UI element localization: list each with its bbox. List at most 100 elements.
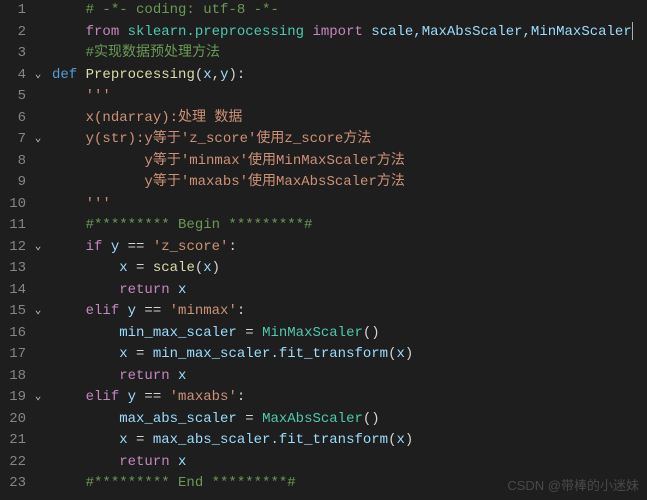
code-line[interactable]: 22 return x	[0, 452, 647, 474]
token: x	[397, 432, 405, 448]
code-line[interactable]: 12⌄ if y == 'z_score':	[0, 237, 647, 259]
line-number: 13	[0, 258, 30, 280]
token	[52, 411, 119, 427]
code-line[interactable]: 2 from sklearn.preprocessing import scal…	[0, 22, 647, 44]
code-line[interactable]: 21 x = max_abs_scaler.fit_transform(x)	[0, 430, 647, 452]
code-content[interactable]: return x	[46, 280, 186, 302]
code-content[interactable]: y(str):y等于'z_score'使用z_score方法	[46, 129, 371, 151]
token: :	[237, 303, 245, 319]
token	[52, 475, 86, 491]
token	[119, 24, 127, 40]
token: ==	[119, 239, 153, 255]
token: elif	[86, 303, 120, 319]
token: ()	[363, 325, 380, 341]
code-content[interactable]: x(ndarray):处理 数据	[46, 108, 242, 130]
token: #********* Begin *********#	[86, 217, 313, 233]
code-line[interactable]: 16 min_max_scaler = MinMaxScaler()	[0, 323, 647, 345]
code-line[interactable]: 9 y等于'maxabs'使用MaxAbsScaler方法	[0, 172, 647, 194]
token: ):	[228, 67, 245, 83]
code-line[interactable]: 19⌄ elif y == 'maxabs':	[0, 387, 647, 409]
token: x	[203, 67, 211, 83]
code-editor[interactable]: 1 # -*- coding: utf-8 -*-2 from sklearn.…	[0, 0, 647, 500]
code-content[interactable]: x = max_abs_scaler.fit_transform(x)	[46, 430, 413, 452]
code-line[interactable]: 17 x = min_max_scaler.fit_transform(x)	[0, 344, 647, 366]
line-number: 19	[0, 387, 30, 409]
token: 'maxabs'	[170, 389, 237, 405]
token: scale,MaxAbsScaler,MinMaxScaler	[371, 24, 631, 40]
token: '''	[86, 88, 111, 104]
token: ==	[136, 389, 170, 405]
code-content[interactable]: max_abs_scaler = MaxAbsScaler()	[46, 409, 380, 431]
line-number: 10	[0, 194, 30, 216]
code-line[interactable]: 18 return x	[0, 366, 647, 388]
fold-toggle-icon[interactable]: ⌄	[30, 237, 46, 259]
token: max_abs_scaler.fit_transform	[153, 432, 388, 448]
code-line[interactable]: 14 return x	[0, 280, 647, 302]
code-line[interactable]: 4⌄def Preprocessing(x,y):	[0, 65, 647, 87]
line-number: 17	[0, 344, 30, 366]
code-content[interactable]: from sklearn.preprocessing import scale,…	[46, 22, 633, 44]
token	[52, 325, 119, 341]
code-content[interactable]: x = min_max_scaler.fit_transform(x)	[46, 344, 413, 366]
code-line[interactable]: 20 max_abs_scaler = MaxAbsScaler()	[0, 409, 647, 431]
code-content[interactable]: y等于'maxabs'使用MaxAbsScaler方法	[46, 172, 405, 194]
token	[102, 239, 110, 255]
code-line[interactable]: 15⌄ elif y == 'minmax':	[0, 301, 647, 323]
token: =	[128, 260, 153, 276]
token: y	[111, 239, 119, 255]
code-content[interactable]: if y == 'z_score':	[46, 237, 237, 259]
code-content[interactable]: '''	[46, 86, 111, 108]
code-content[interactable]: #实现数据预处理方法	[46, 43, 220, 65]
code-line[interactable]: 3 #实现数据预处理方法	[0, 43, 647, 65]
code-line[interactable]: 5 '''	[0, 86, 647, 108]
code-line[interactable]: 7⌄ y(str):y等于'z_score'使用z_score方法	[0, 129, 647, 151]
code-line[interactable]: 13 x = scale(x)	[0, 258, 647, 280]
token: x	[178, 454, 186, 470]
gutter: 3	[0, 43, 46, 65]
line-number: 1	[0, 0, 30, 22]
token	[52, 88, 86, 104]
line-number: 8	[0, 151, 30, 173]
code-line[interactable]: 11 #********* Begin *********#	[0, 215, 647, 237]
gutter: 7⌄	[0, 129, 46, 151]
code-content[interactable]: elif y == 'maxabs':	[46, 387, 245, 409]
code-content[interactable]: return x	[46, 366, 186, 388]
gutter: 9	[0, 172, 46, 194]
token: =	[128, 346, 153, 362]
code-content[interactable]: '''	[46, 194, 111, 216]
code-line[interactable]: 10 '''	[0, 194, 647, 216]
code-line[interactable]: 1 # -*- coding: utf-8 -*-	[0, 0, 647, 22]
gutter: 4⌄	[0, 65, 46, 87]
token: =	[237, 411, 262, 427]
gutter: 12⌄	[0, 237, 46, 259]
gutter: 1	[0, 0, 46, 22]
token	[170, 282, 178, 298]
code-line[interactable]: 6 x(ndarray):处理 数据	[0, 108, 647, 130]
gutter: 15⌄	[0, 301, 46, 323]
token: :	[237, 389, 245, 405]
code-content[interactable]: #********* End *********#	[46, 473, 296, 495]
token: 'minmax'	[170, 303, 237, 319]
fold-toggle-icon[interactable]: ⌄	[30, 301, 46, 323]
code-content[interactable]: y等于'minmax'使用MinMaxScaler方法	[46, 151, 405, 173]
code-line[interactable]: 8 y等于'minmax'使用MinMaxScaler方法	[0, 151, 647, 173]
code-content[interactable]: min_max_scaler = MinMaxScaler()	[46, 323, 380, 345]
code-content[interactable]: def Preprocessing(x,y):	[46, 65, 245, 87]
token: x	[203, 260, 211, 276]
token: y等于'minmax'使用MinMaxScaler方法	[144, 153, 404, 169]
code-content[interactable]: x = scale(x)	[46, 258, 220, 280]
token: :	[228, 239, 236, 255]
code-content[interactable]: # -*- coding: utf-8 -*-	[46, 0, 279, 22]
token: x	[397, 346, 405, 362]
token	[52, 153, 144, 169]
fold-toggle-icon[interactable]: ⌄	[30, 65, 46, 87]
code-content[interactable]: elif y == 'minmax':	[46, 301, 245, 323]
code-content[interactable]: #********* Begin *********#	[46, 215, 312, 237]
token: def	[52, 67, 77, 83]
fold-toggle-icon[interactable]: ⌄	[30, 387, 46, 409]
fold-toggle-icon[interactable]: ⌄	[30, 129, 46, 151]
token: max_abs_scaler	[119, 411, 237, 427]
code-content[interactable]: return x	[46, 452, 186, 474]
token: (	[388, 432, 396, 448]
token	[52, 196, 86, 212]
